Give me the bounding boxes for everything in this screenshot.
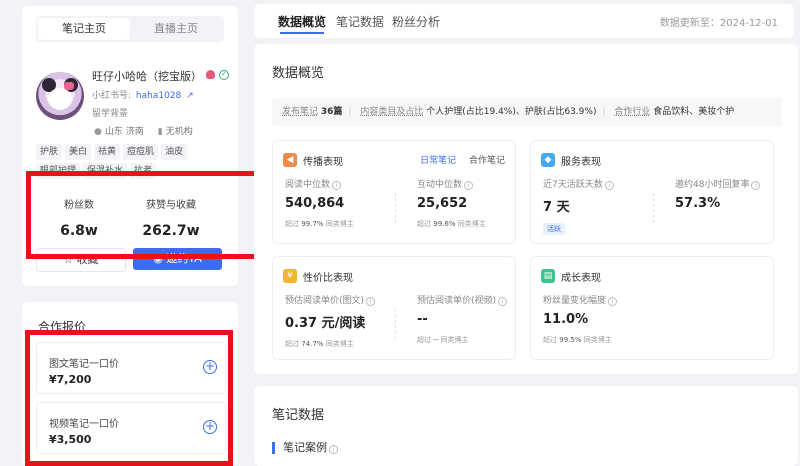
info-icon[interactable]: i [608, 297, 618, 306]
read-median-value: 540,864 [285, 196, 345, 211]
user-name: 旺仔小哈哈（挖宝版） [92, 70, 202, 83]
tab-coop-notes[interactable]: 合作笔记 [469, 156, 505, 166]
fans-label: 粉丝数 [64, 200, 94, 211]
interaction-median-value: 25,652 [417, 196, 468, 211]
tab-daily-notes[interactable]: 日常笔记 [420, 156, 456, 166]
add-icon[interactable]: + [203, 360, 217, 374]
info-icon[interactable]: i [329, 445, 338, 454]
reply-rate-value: 57.3% [675, 196, 721, 211]
location-row: ● 山东 济南 ▮ 无机构 [94, 124, 193, 137]
follower-stats: 粉丝数 6.8w 获赞与收藏 262.7w [32, 182, 228, 244]
note-data-panel: 笔记数据 笔记案例 i [254, 386, 798, 466]
note-cases-header: 笔记案例 i [272, 442, 338, 454]
info-icon[interactable]: i [464, 181, 474, 190]
org-text: 无机构 [165, 127, 193, 137]
price-label: 视频笔记一口价 [49, 419, 119, 430]
diamond-icon: ◆ [541, 153, 555, 167]
tab-live-home[interactable]: 直播主页 [130, 18, 222, 40]
collect-button[interactable]: ☆ 收藏 [36, 248, 126, 272]
tag: 保湿补水 [83, 163, 128, 179]
add-icon[interactable]: + [203, 420, 217, 434]
tag: 眼部护理 [36, 163, 81, 179]
cpr-image-value: 0.37 元/阅读 [285, 316, 366, 331]
active-tab-indicator [280, 32, 324, 34]
likes-label: 获赞与收藏 [146, 200, 196, 211]
xhs-id-link[interactable]: haha1028 [136, 91, 181, 101]
note-data-title: 笔记数据 [272, 408, 325, 423]
cpr-video-value: -- [417, 312, 428, 327]
tag: 护肤 [36, 144, 63, 160]
building-icon: ▮ [157, 127, 163, 137]
overview-summary: 发布笔记 36篇 | 内容类目及占比 个人护理(占比19.4%)、护肤(占比63.… [272, 98, 782, 126]
info-icon[interactable]: i [498, 297, 508, 306]
invite-icon: ◉ [153, 252, 167, 265]
card-title: 服务表现 [561, 157, 601, 168]
location-text: 山东 济南 [104, 127, 144, 137]
tab-fans-analysis[interactable]: 粉丝分析 [392, 13, 440, 30]
tag: 抗老 [130, 163, 157, 179]
likes-value: 262.7w [142, 223, 200, 239]
tab-note-data[interactable]: 笔记数据 [336, 13, 384, 30]
tag-list: 护肤 美白 祛黄 痘痘肌 油皮 眼部护理 保湿补水 抗老 [36, 144, 232, 179]
info-icon[interactable]: i [604, 181, 614, 190]
invite-button[interactable]: ◉ 邀约TA [133, 248, 222, 270]
growth-card: ▤ 成长表现 粉丝量变化幅度 i 11.0% 超过 99.5% 同类博主 [530, 256, 774, 360]
study-tag: 留学背景 [92, 109, 129, 119]
card-title: 传播表现 [303, 157, 343, 168]
gender-icon [206, 70, 215, 79]
location-icon: ● [94, 127, 102, 137]
external-link-icon[interactable]: ↗ [186, 91, 194, 101]
price-item-video-note: 视频笔记一口价 ¥3,500 + [36, 402, 226, 454]
profile-card: 笔记主页 直播主页 旺仔小哈哈（挖宝版） ✓ 小红书号: haha1028 ↗ … [22, 6, 238, 286]
service-card: ◆ 服务表现 近7天活跃天数 i 7 天 活跃 邀约48小时回复率 i 57.3% [530, 140, 774, 244]
chart-icon: ▤ [541, 269, 555, 283]
price-label: 图文笔记一口价 [49, 359, 119, 370]
active-days-value: 7 天 [543, 200, 570, 215]
data-overview-panel: 数据概览 发布笔记 36篇 | 内容类目及占比 个人护理(占比19.4%)、护肤(… [254, 44, 798, 374]
pricing-title: 合作报价 [38, 320, 87, 334]
price-item-image-note: 图文笔记一口价 ¥7,200 + [36, 342, 226, 394]
star-icon: ☆ [63, 253, 77, 266]
info-icon[interactable]: i [332, 181, 342, 190]
avatar [36, 72, 84, 120]
xhs-id-label: 小红书号: [92, 91, 132, 101]
verified-icon: ✓ [219, 70, 229, 80]
info-icon[interactable]: i [366, 297, 376, 306]
update-time: 数据更新至：2024-12-01 [659, 18, 778, 29]
tag: 美白 [65, 144, 92, 160]
price-value: ¥7,200 [49, 373, 92, 386]
tag: 祛黄 [94, 144, 121, 160]
megaphone-icon: ◀ [283, 153, 297, 167]
tab-note-home[interactable]: 笔记主页 [38, 18, 130, 40]
tabs-bar: 数据概览 笔记数据 粉丝分析 数据更新至：2024-12-01 [254, 4, 794, 38]
fans-value: 6.8w [60, 223, 98, 239]
spread-card: ◀ 传播表现 日常笔记 合作笔记 阅读中位数 i 540,864 超过 99.7%… [272, 140, 516, 244]
active-badge: 活跃 [543, 223, 565, 235]
fans-growth-value: 11.0% [543, 312, 589, 327]
yen-icon: ¥ [283, 269, 297, 283]
tag: 油皮 [161, 144, 188, 160]
tab-data-overview[interactable]: 数据概览 [278, 13, 326, 30]
value-card: ¥ 性价比表现 预估阅读单价(图文) i 0.37 元/阅读 超过 74.7% 同… [272, 256, 516, 360]
price-value: ¥3,500 [49, 433, 92, 446]
info-icon[interactable]: i [751, 181, 761, 190]
xhs-id-row: 小红书号: haha1028 ↗ [92, 88, 194, 101]
card-title: 性价比表现 [303, 273, 353, 284]
overview-title: 数据概览 [272, 66, 325, 81]
profile-tab-switch: 笔记主页 直播主页 [36, 16, 224, 42]
pricing-card: 合作报价 图文笔记一口价 ¥7,200 + 视频笔记一口价 ¥3,500 + [22, 302, 238, 466]
tag: 痘痘肌 [123, 144, 159, 160]
card-title: 成长表现 [561, 273, 601, 284]
